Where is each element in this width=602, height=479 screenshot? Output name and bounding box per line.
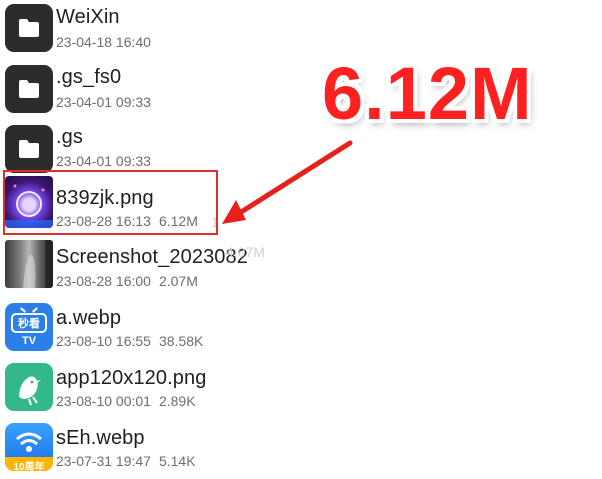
annotation-label: 6.12M <box>322 52 533 135</box>
